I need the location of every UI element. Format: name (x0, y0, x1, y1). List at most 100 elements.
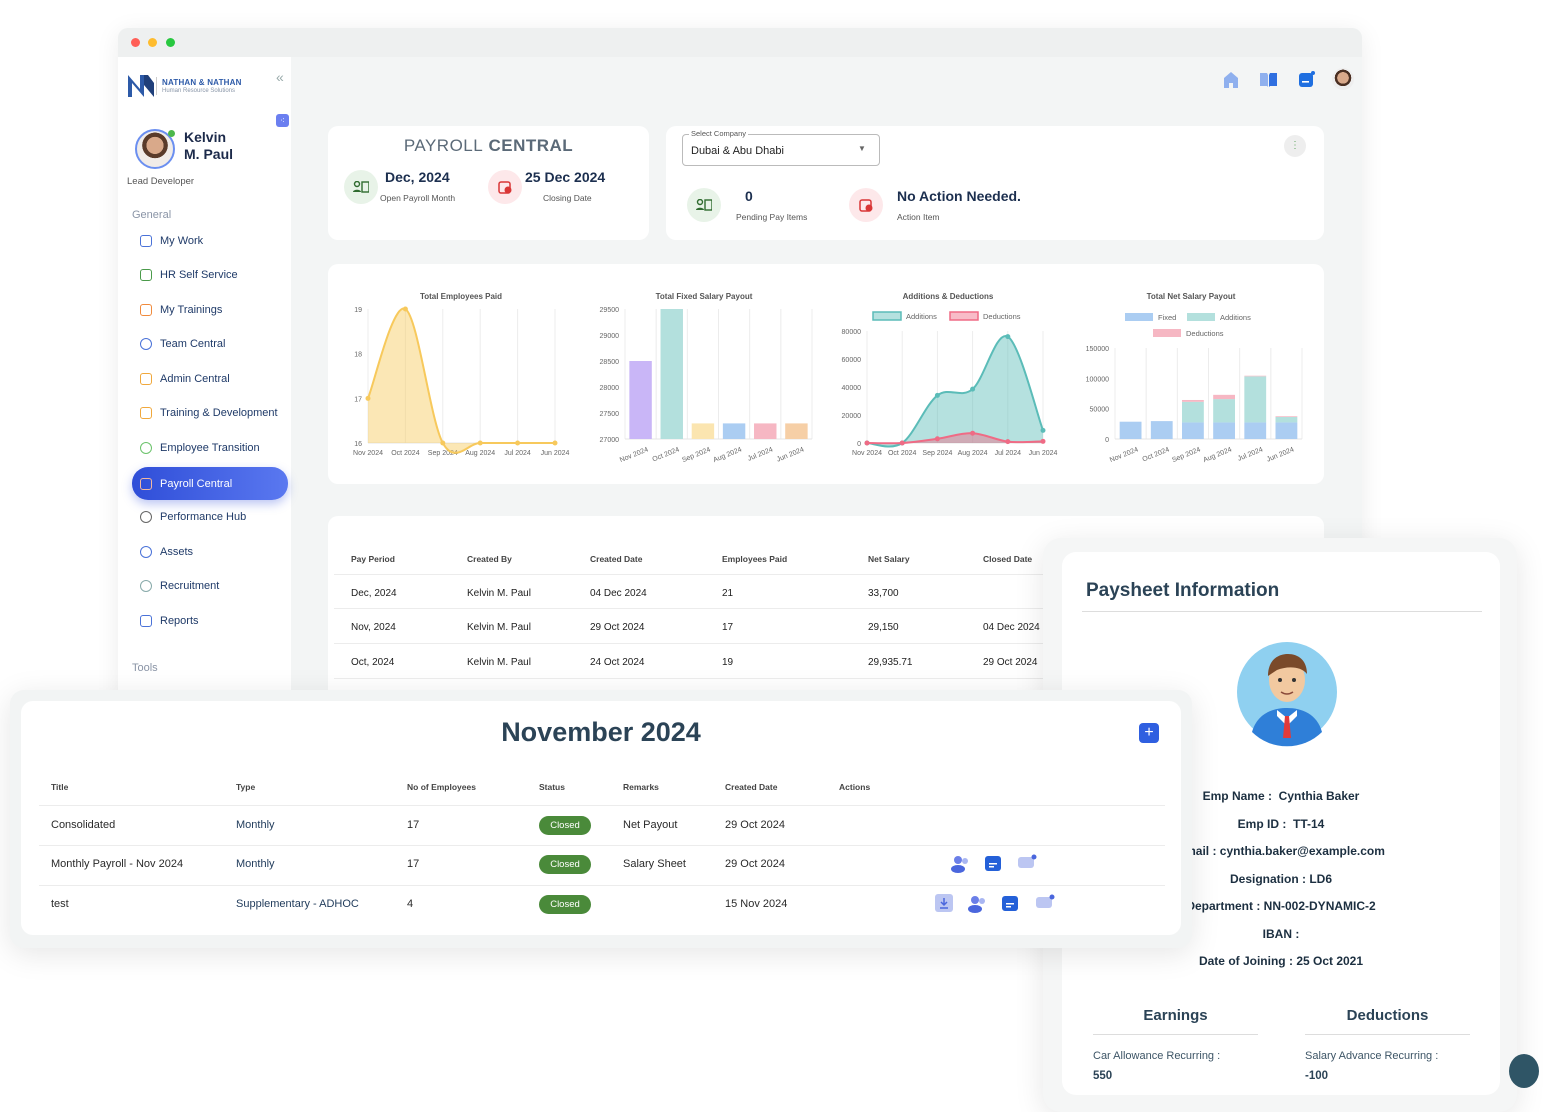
x-tick-label: Sep 2024 (681, 446, 712, 464)
y-tick-label: 29000 (600, 333, 620, 340)
more-options-icon[interactable]: ⋮ (1284, 135, 1306, 157)
y-tick-label: 50000 (1090, 407, 1110, 414)
y-tick-label: 20000 (842, 413, 862, 420)
bar (660, 309, 683, 439)
calendar-clock-icon (849, 188, 883, 222)
chart-title: Total Net Salary Payout (1147, 292, 1236, 301)
y-tick-label: 27000 (600, 437, 620, 444)
payslip-icon[interactable] (985, 855, 1002, 872)
status-badge: Closed (539, 895, 591, 914)
x-tick-label: Oct 2024 (652, 446, 681, 463)
employees-icon[interactable] (968, 895, 988, 913)
data-point (1005, 439, 1011, 445)
x-tick-label: Oct 2024 (391, 450, 420, 457)
legend-swatch (1187, 313, 1215, 321)
help-button[interactable] (1509, 1054, 1539, 1088)
stacked-bar-segment (1119, 421, 1142, 439)
sidebar-item-admin-central[interactable]: Admin Central (132, 366, 288, 392)
charts-svg: Total Employees Paid16171819Nov 2024 Oct … (353, 292, 1303, 464)
report-icon (140, 615, 152, 627)
comment-icon[interactable] (1018, 854, 1038, 872)
table-row[interactable]: test Supplementary - ADHOC 4 Closed 15 N… (21, 894, 1181, 918)
x-tick-label: Jun 2024 (1266, 446, 1295, 463)
chevron-down-icon: ▼ (858, 144, 866, 153)
data-point (477, 440, 483, 446)
data-point (515, 440, 521, 446)
table-row[interactable]: Monthly Payroll - Nov 2024 Monthly 17 Cl… (21, 854, 1181, 878)
column-header: Type (236, 782, 256, 792)
sidebar-item-recruitment[interactable]: Recruitment (132, 573, 288, 599)
november-title: November 2024 (501, 717, 701, 747)
book-icon[interactable] (1260, 72, 1277, 87)
collapse-sidebar-icon[interactable]: « (276, 69, 284, 85)
user-first-name: Kelvin (184, 129, 227, 145)
data-point (970, 386, 976, 392)
column-header: Created Date (725, 782, 778, 792)
sidebar-item-hr-self-service[interactable]: HR Self Service (132, 262, 288, 288)
heart-icon (140, 442, 152, 454)
title-bar (118, 28, 1362, 57)
stacked-bar-segment (1275, 416, 1298, 417)
team-icon (140, 338, 152, 350)
sidebar-item-employee-transition[interactable]: Employee Transition (132, 435, 288, 461)
comment-icon[interactable] (1036, 894, 1056, 912)
status-badge: Closed (539, 855, 591, 874)
apps-icon[interactable]: ⁖ (276, 114, 289, 127)
stacked-bar-segment (1182, 422, 1204, 439)
earning-label: Car Allowance Recurring : (1093, 1050, 1221, 1062)
header-avatar[interactable] (1332, 68, 1354, 90)
y-tick-label: 28000 (600, 385, 620, 392)
home-icon[interactable] (1224, 72, 1238, 88)
download-icon[interactable] (935, 894, 953, 912)
column-header: Created Date (590, 554, 643, 564)
payslip-icon[interactable] (1002, 895, 1019, 912)
sidebar: NATHAN & NATHAN Human Resource Solutions… (118, 57, 291, 708)
notes-icon[interactable] (1299, 71, 1315, 87)
gauge-icon (140, 511, 152, 523)
legend-label: Deductions (1186, 329, 1224, 338)
bar (691, 423, 715, 439)
sidebar-item-assets[interactable]: Assets (132, 539, 288, 565)
money-icon (687, 188, 721, 222)
column-header: Net Salary (868, 554, 910, 564)
stacked-bar-segment (1244, 376, 1267, 423)
sidebar-item-reports[interactable]: Reports (132, 608, 288, 634)
sidebar-item-my-work[interactable]: My Work (132, 228, 288, 254)
y-tick-label: 40000 (842, 385, 862, 392)
add-button[interactable]: + (1139, 723, 1159, 743)
building-icon (140, 373, 152, 385)
data-point (970, 430, 976, 436)
y-tick-label: 29500 (600, 307, 620, 314)
x-tick-label: Jul 2024 (995, 450, 1022, 457)
y-tick-label: 27500 (600, 411, 620, 418)
sidebar-item-payroll-central[interactable]: Payroll Central (132, 467, 288, 500)
sidebar-item-performance-hub[interactable]: Performance Hub (132, 504, 288, 530)
sidebar-item-training-development[interactable]: Training & Development (132, 400, 288, 426)
company-select[interactable]: Select Company Dubai & Abu Dhabi ▼ (682, 129, 880, 166)
status-badge: Closed (539, 816, 591, 835)
stacked-bar-segment (1213, 422, 1235, 439)
x-tick-label: Jun 2024 (776, 446, 805, 463)
sidebar-item-my-trainings[interactable]: My Trainings (132, 297, 288, 323)
sidebar-item-team-central[interactable]: Team Central (132, 331, 288, 357)
checklist-icon (140, 235, 152, 247)
minimize-window-button[interactable] (148, 38, 157, 47)
person-icon (140, 580, 152, 592)
data-point (365, 395, 371, 401)
data-point (440, 440, 446, 446)
money-icon (344, 170, 378, 204)
table-row[interactable]: Consolidated Monthly 17 Closed Net Payou… (21, 816, 1181, 839)
stacked-bar-segment (1150, 421, 1173, 439)
employees-icon[interactable] (951, 855, 971, 873)
open-payroll-month: Dec, 2024 (385, 169, 450, 185)
stacked-bar-segment (1182, 399, 1204, 402)
bar (754, 423, 777, 439)
open-payroll-month-label: Open Payroll Month (380, 193, 456, 203)
november-panel: November 2024 + Title Type No of Employe… (10, 690, 1192, 948)
brand-name: NATHAN & NATHAN (162, 78, 242, 87)
bar (629, 361, 652, 439)
paysheet-title: Paysheet Information (1086, 580, 1280, 601)
maximize-window-button[interactable] (166, 38, 175, 47)
close-window-button[interactable] (131, 38, 140, 47)
y-tick-label: 80000 (842, 329, 862, 336)
